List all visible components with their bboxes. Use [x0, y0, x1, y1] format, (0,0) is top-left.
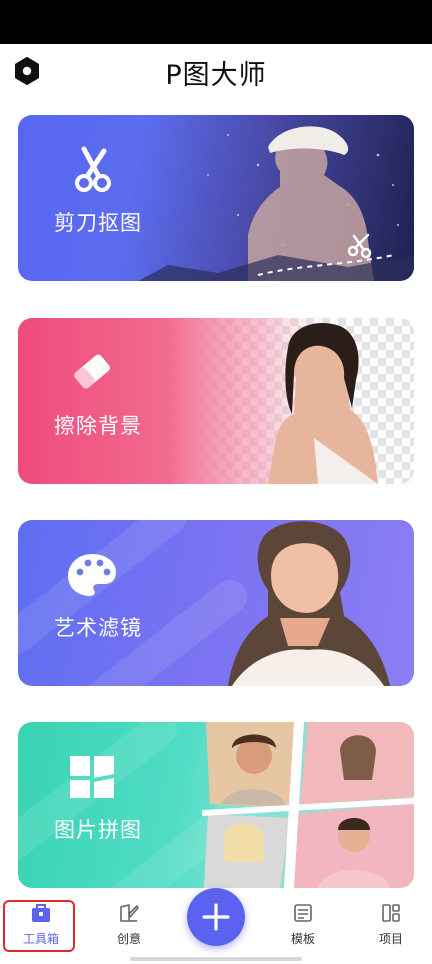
tab-label: 模板: [290, 932, 315, 946]
palette-icon: [68, 554, 116, 596]
home-indicator: [130, 957, 302, 961]
tab-label: 工具箱: [22, 932, 59, 946]
eraser-icon: [74, 354, 110, 389]
tab-label: 创意: [116, 932, 141, 946]
creative-brush-icon: [120, 904, 139, 922]
scissors-icon: [75, 146, 111, 192]
card-label: 图片拼图: [54, 818, 142, 842]
collage-photos: [202, 722, 414, 888]
tab-templates[interactable]: 模板: [268, 902, 338, 958]
tab-projects[interactable]: 项目: [356, 902, 426, 958]
top-bar: P图大师: [0, 44, 432, 102]
card-label: 擦除背景: [54, 414, 142, 438]
app-title: P图大师: [165, 60, 267, 91]
bottom-navigation: 工具箱 创意 模板 项目: [0, 888, 432, 964]
collage-grid-icon: [70, 756, 114, 798]
card-label: 艺术滤镜: [54, 616, 142, 640]
tab-creative[interactable]: 创意: [94, 902, 164, 958]
illustrated-portrait: [228, 521, 390, 686]
toolbox-icon: [32, 904, 50, 922]
erase-background-card[interactable]: 擦除背景: [18, 318, 414, 484]
project-icon: [382, 904, 400, 922]
tab-label: 项目: [378, 932, 403, 946]
add-button[interactable]: [187, 888, 245, 946]
scissors-cut-icon: [347, 233, 372, 259]
checkerboard-transparency: [18, 318, 414, 484]
photo-collage-card[interactable]: 图片拼图: [18, 722, 414, 888]
tab-toolbox[interactable]: 工具箱: [6, 902, 76, 958]
plus-icon: [202, 903, 230, 931]
status-bar: [0, 0, 432, 44]
scissors-cutout-card[interactable]: 剪刀抠图: [18, 115, 414, 281]
template-icon: [294, 904, 312, 922]
card-label: 剪刀抠图: [54, 211, 142, 235]
art-filter-card[interactable]: 艺术滤镜: [18, 520, 414, 686]
